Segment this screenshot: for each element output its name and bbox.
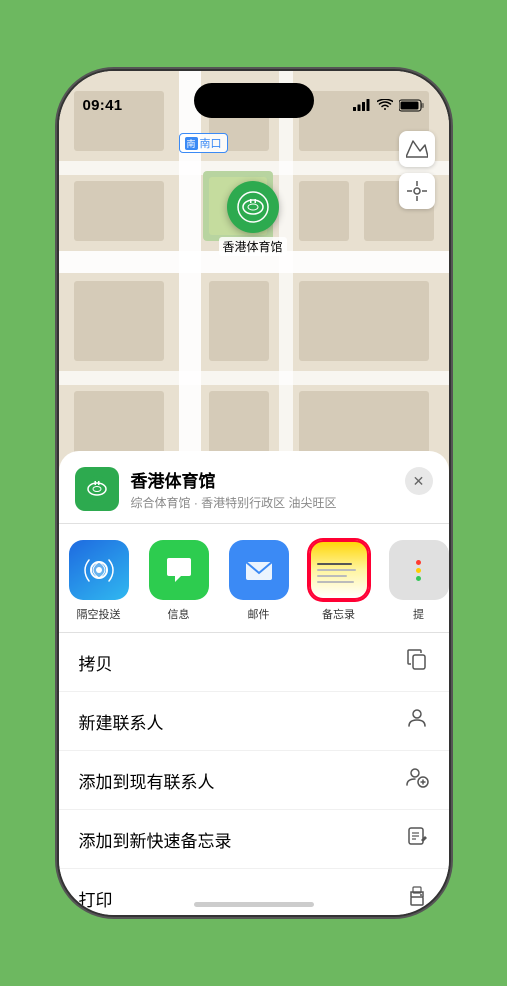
map-type-button[interactable] — [399, 131, 435, 167]
action-print[interactable]: 打印 — [59, 869, 449, 915]
print-icon — [405, 883, 429, 913]
battery-icon — [399, 99, 425, 112]
quick-note-icon — [405, 824, 429, 854]
gate-text: 南口 — [200, 135, 222, 151]
venue-stadium-icon — [82, 474, 112, 504]
action-quick-note[interactable]: 添加到新快速备忘录 — [59, 810, 449, 869]
phone-frame: 09:41 — [59, 71, 449, 915]
action-add-contact-label: 添加到现有联系人 — [79, 768, 215, 793]
status-icons — [353, 99, 425, 112]
action-print-label: 打印 — [79, 886, 113, 911]
share-item-airdrop[interactable]: 隔空投送 — [59, 540, 139, 622]
share-item-messages[interactable]: 信息 — [139, 540, 219, 622]
notes-label: 备忘录 — [322, 606, 355, 622]
map-type-icon — [406, 139, 428, 159]
venue-avatar — [75, 467, 119, 511]
gate-prefix: 南 — [185, 137, 198, 150]
venue-info: 香港体育馆 综合体育馆 · 香港特别行政区 油尖旺区 — [131, 467, 393, 511]
map-svg — [59, 71, 449, 491]
map-area: 南 南口 香港体育馆 — [59, 71, 449, 491]
action-add-contact[interactable]: 添加到现有联系人 — [59, 751, 449, 810]
more-icon — [389, 540, 449, 600]
signal-icon — [353, 99, 371, 111]
more-label: 提 — [413, 606, 424, 622]
messages-icon — [149, 540, 209, 600]
venue-subtitle: 综合体育馆 · 香港特别行政区 油尖旺区 — [131, 494, 393, 511]
new-contact-icon — [405, 706, 429, 736]
phone-screen: 09:41 — [59, 71, 449, 915]
copy-icon — [405, 647, 429, 677]
messages-label: 信息 — [168, 606, 190, 622]
notes-icon — [309, 540, 369, 600]
share-item-mail[interactable]: 邮件 — [219, 540, 299, 622]
stadium-icon — [236, 190, 270, 224]
venue-name: 香港体育馆 — [131, 467, 393, 492]
dot-yellow — [416, 568, 421, 573]
south-gate-label: 南 南口 — [179, 133, 228, 153]
dynamic-island — [194, 83, 314, 118]
action-list: 拷贝 新建联系人 — [59, 632, 449, 915]
pin-label: 香港体育馆 — [219, 237, 287, 256]
mail-icon — [229, 540, 289, 600]
venue-pin: 香港体育馆 — [219, 181, 287, 256]
mail-label: 邮件 — [248, 606, 270, 622]
action-quick-note-label: 添加到新快速备忘录 — [79, 827, 232, 852]
close-button[interactable]: ✕ — [405, 467, 433, 495]
venue-header: 香港体育馆 综合体育馆 · 香港特别行政区 油尖旺区 ✕ — [59, 451, 449, 524]
action-copy-label: 拷贝 — [79, 650, 113, 675]
location-button[interactable] — [399, 173, 435, 209]
airdrop-icon — [69, 540, 129, 600]
action-copy[interactable]: 拷贝 — [59, 633, 449, 692]
share-item-notes[interactable]: 备忘录 — [299, 540, 379, 622]
dot-green — [416, 576, 421, 581]
status-time: 09:41 — [83, 97, 123, 114]
add-contact-icon — [405, 765, 429, 795]
share-item-more[interactable]: 提 — [379, 540, 449, 622]
home-indicator — [194, 902, 314, 907]
action-new-contact-label: 新建联系人 — [79, 709, 164, 734]
action-new-contact[interactable]: 新建联系人 — [59, 692, 449, 751]
map-controls[interactable] — [399, 131, 435, 215]
location-icon — [407, 181, 427, 201]
share-row: 隔空投送 信息 — [59, 524, 449, 632]
pin-circle-icon — [227, 181, 279, 233]
dot-red — [416, 560, 421, 565]
bottom-sheet: 香港体育馆 综合体育馆 · 香港特别行政区 油尖旺区 ✕ — [59, 451, 449, 915]
wifi-icon — [377, 99, 393, 111]
airdrop-label: 隔空投送 — [77, 606, 121, 622]
